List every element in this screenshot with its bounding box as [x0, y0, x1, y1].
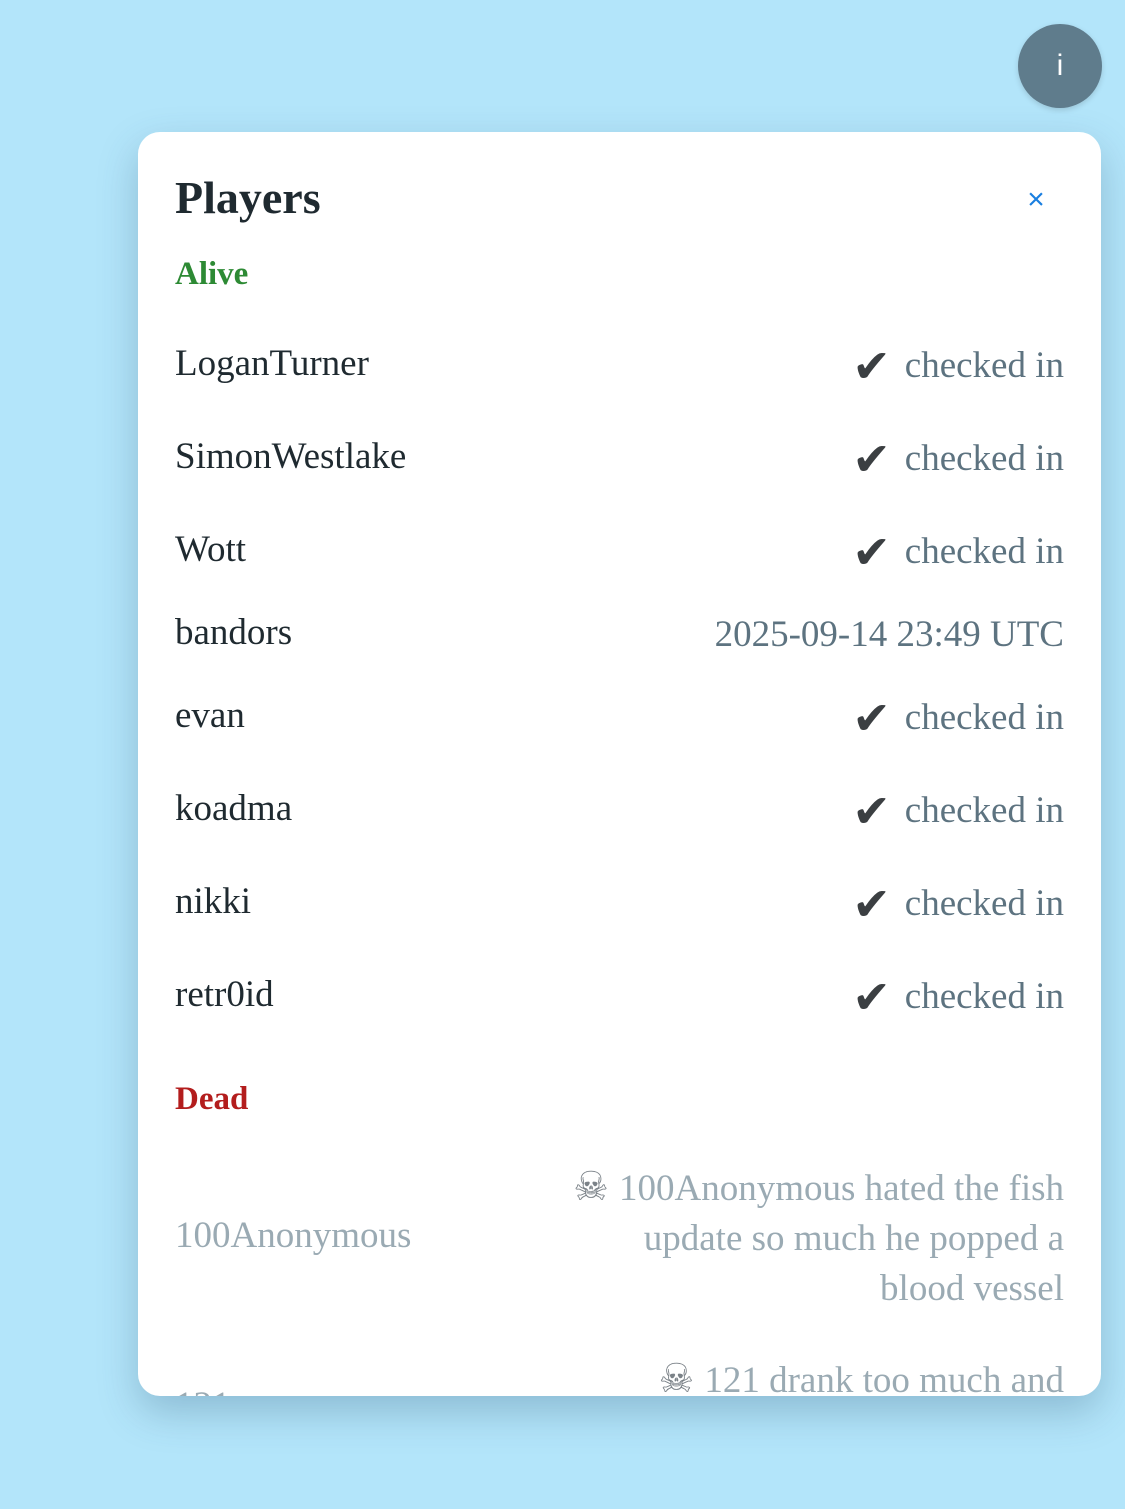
status-text: checked in: [904, 531, 1064, 572]
player-status: ✔ checked in: [852, 339, 1064, 393]
dead-player-row: 121 ☠121 drank too much and: [175, 1354, 1064, 1396]
dead-player-name: 100Anonymous: [175, 1215, 412, 1256]
player-name: nikki: [175, 881, 252, 922]
player-status: 2025-09-14 23:49 UTC: [715, 613, 1064, 657]
death-cause: ☠ 100Anonymous hated the fish update so m…: [564, 1162, 1064, 1314]
close-button[interactable]: ×: [1018, 182, 1054, 218]
player-name: LoganTurner: [175, 343, 369, 384]
status-text: checked in: [904, 697, 1064, 738]
skull-icon: ☠: [573, 1164, 610, 1210]
checkmark-icon: ✔: [852, 691, 891, 745]
info-button[interactable]: i: [1018, 24, 1102, 108]
player-status: ✔ checked in: [852, 432, 1064, 486]
player-name: Wott: [175, 529, 247, 570]
player-row: evan ✔ checked in: [175, 694, 1064, 754]
dead-heading: Dead: [175, 1081, 249, 1117]
player-row: retr0id ✔ checked in: [175, 973, 1064, 1033]
status-text: checked in: [904, 976, 1064, 1017]
death-cause-text: 100Anonymous hated the fish update so mu…: [619, 1168, 1064, 1309]
death-cause: ☠ 121 drank too much and: [564, 1354, 1064, 1396]
checkmark-icon: ✔: [852, 339, 891, 393]
checkmark-icon: ✔: [852, 784, 891, 838]
player-status: ✔ checked in: [852, 691, 1064, 745]
player-name: retr0id: [175, 974, 274, 1015]
skull-icon: ☠: [658, 1356, 695, 1396]
alive-heading: Alive: [175, 256, 249, 292]
dead-player-row: 100Anonymous ☠ 100Anonymous hated the fis…: [175, 1162, 1064, 1322]
checkmark-icon: ✔: [852, 525, 891, 579]
player-row: LoganTurner ✔ checked in: [175, 342, 1064, 402]
status-text: checked in: [904, 345, 1064, 386]
player-row: bandors 2025-09-14 23:49 UTC: [175, 611, 1064, 671]
player-status: ✔ checked in: [852, 970, 1064, 1024]
player-row: koadma ✔ checked in: [175, 787, 1064, 847]
player-row: SimonWestlake ✔ checked in: [175, 435, 1064, 495]
checkmark-icon: ✔: [852, 970, 891, 1024]
player-row: Wott ✔ checked in: [175, 528, 1064, 588]
panel-title: Players: [175, 172, 321, 223]
dead-player-name: 121: [175, 1384, 231, 1396]
status-text: checked in: [904, 438, 1064, 479]
player-name: koadma: [175, 788, 293, 829]
status-text: checked in: [904, 883, 1064, 924]
player-status: ✔ checked in: [852, 784, 1064, 838]
status-text: checked in: [904, 790, 1064, 831]
checkmark-icon: ✔: [852, 432, 891, 486]
status-text: 2025-09-14 23:49 UTC: [714, 614, 1064, 655]
checkmark-icon: ✔: [852, 877, 891, 931]
player-name: bandors: [175, 612, 293, 653]
player-row: nikki ✔ checked in: [175, 880, 1064, 940]
player-status: ✔ checked in: [852, 525, 1064, 579]
players-panel: Players × Alive LoganTurner ✔ checked in…: [138, 132, 1101, 1396]
death-cause-text: 121 drank too much and: [704, 1360, 1064, 1396]
player-status: ✔ checked in: [852, 877, 1064, 931]
player-name: SimonWestlake: [175, 436, 407, 477]
player-name: evan: [175, 695, 245, 736]
